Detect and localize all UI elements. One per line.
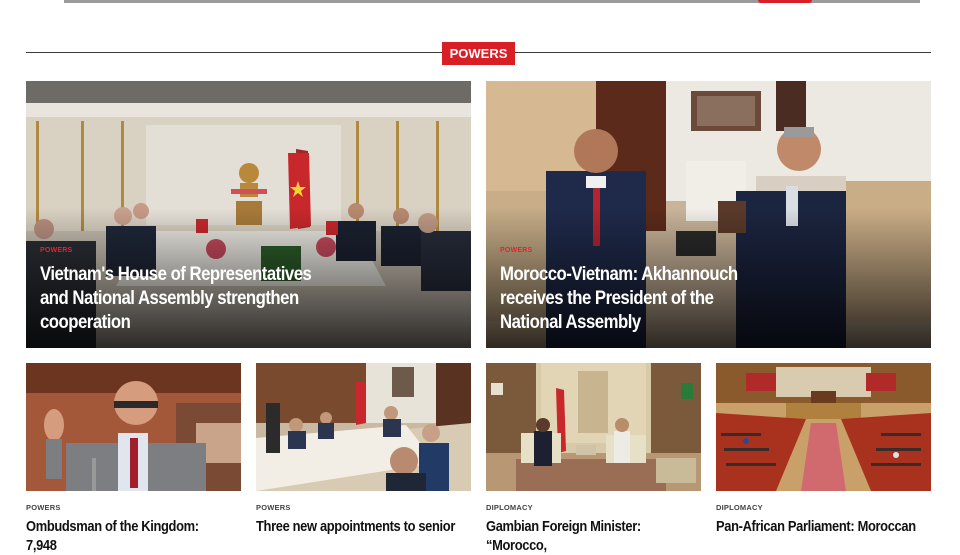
- article-category[interactable]: DIPLOMACY: [486, 503, 533, 512]
- article-card[interactable]: DIPLOMACY Pan-African Parliament: Morocc…: [716, 363, 931, 540]
- article-category[interactable]: POWERS: [256, 503, 291, 512]
- article-title[interactable]: Ombudsman of the Kingdom: 7,948: [26, 517, 232, 555]
- featured-article-title[interactable]: Vietnam's House of Representatives and N…: [40, 262, 315, 334]
- featured-article-category[interactable]: POWERS: [40, 247, 72, 254]
- article-card[interactable]: POWERS Three new appointments to senior: [256, 363, 471, 540]
- article-card[interactable]: POWERS Ombudsman of the Kingdom: 7,948: [26, 363, 241, 554]
- article-thumbnail: [716, 363, 931, 491]
- featured-article-title[interactable]: Morocco-Vietnam: Akhannouch receives the…: [500, 262, 758, 334]
- article-thumbnail: [256, 363, 471, 491]
- article-thumbnail: [486, 363, 701, 491]
- featured-article-card[interactable]: POWERS Morocco-Vietnam: Akhannouch recei…: [486, 81, 931, 348]
- article-thumbnail: [26, 363, 241, 491]
- article-category[interactable]: POWERS: [26, 503, 61, 512]
- article-title[interactable]: Pan-African Parliament: Moroccan: [716, 517, 922, 536]
- article-card[interactable]: DIPLOMACY Gambian Foreign Minister: “Mor…: [486, 363, 701, 554]
- header-button-edge[interactable]: [758, 0, 812, 3]
- article-category[interactable]: DIPLOMACY: [716, 503, 763, 512]
- featured-article-card[interactable]: POWERS Vietnam's House of Representative…: [26, 81, 471, 348]
- article-title[interactable]: Gambian Foreign Minister: “Morocco,: [486, 517, 692, 555]
- featured-article-category[interactable]: POWERS: [500, 247, 532, 254]
- article-title[interactable]: Three new appointments to senior: [256, 517, 462, 536]
- section-title-powers[interactable]: POWERS: [442, 42, 515, 65]
